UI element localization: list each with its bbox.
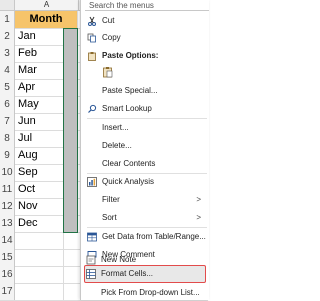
menu-item-paste-special[interactable]: Paste Special... <box>81 83 209 99</box>
menu-item-label: Sort <box>102 213 117 222</box>
chevron-right-icon: > <box>196 213 201 222</box>
row-number[interactable]: 3 <box>0 45 15 62</box>
menu-item-quick-analysis[interactable]: Quick Analysis <box>81 174 209 190</box>
menu-item-pick-from-list[interactable]: Pick From Drop-down List... <box>80 285 208 301</box>
paste-icon <box>87 51 97 61</box>
cell-a[interactable]: Feb <box>15 45 64 62</box>
cell-a[interactable] <box>15 249 64 266</box>
menu-item-label: Filter <box>102 195 120 204</box>
row-number[interactable]: 14 <box>0 232 15 249</box>
row-number[interactable]: 4 <box>0 62 15 79</box>
copy-icon <box>87 33 97 43</box>
quick-analysis-icon <box>87 177 97 187</box>
row-number[interactable]: 1 <box>0 11 15 28</box>
menu-item-paste-options: Paste Options: <box>81 48 209 64</box>
row-number[interactable]: 16 <box>0 266 15 283</box>
cell-a[interactable]: Apr <box>15 79 64 96</box>
search-icon <box>87 104 97 114</box>
menu-item-label: Copy <box>102 33 121 42</box>
cell-a[interactable]: Mar <box>15 62 64 79</box>
menu-item-label: Clear Contents <box>102 159 156 168</box>
menu-item-get-data[interactable]: Get Data from Table/Range... <box>81 229 209 245</box>
menu-item-label: Paste Special... <box>102 86 158 95</box>
table-icon <box>87 232 97 242</box>
menu-item-label: Quick Analysis <box>102 177 155 186</box>
format-cells-icon <box>86 269 96 279</box>
row-number[interactable]: 2 <box>0 28 15 45</box>
row-number[interactable]: 10 <box>0 164 15 181</box>
menu-item-delete[interactable]: Delete... <box>81 138 209 154</box>
menu-separator <box>87 118 207 119</box>
menu-item-label: Insert... <box>102 123 129 132</box>
cell-a[interactable]: Nov <box>15 198 64 215</box>
cell-a[interactable]: Jun <box>15 113 64 130</box>
menu-item-label: Paste Options: <box>102 51 159 60</box>
row-number[interactable]: 6 <box>0 96 15 113</box>
menu-item-cut[interactable]: Cut <box>81 13 209 29</box>
column-header-a[interactable]: A <box>15 0 79 10</box>
menu-item-clear-contents[interactable]: Clear Contents <box>81 156 209 172</box>
row-number[interactable]: 15 <box>0 249 15 266</box>
menu-item-label: Smart Lookup <box>102 104 152 113</box>
row-number[interactable]: 13 <box>0 215 15 232</box>
row-number[interactable]: 11 <box>0 181 15 198</box>
row-number[interactable]: 8 <box>0 130 15 147</box>
cell-a[interactable]: Aug <box>15 147 64 164</box>
menu-separator <box>87 227 207 228</box>
cell-a[interactable]: Dec <box>15 215 64 232</box>
cell-a[interactable]: May <box>15 96 64 113</box>
select-all-corner[interactable] <box>0 0 15 10</box>
menu-item-label: Cut <box>102 16 115 25</box>
menu-item-format-cells[interactable]: Format Cells... <box>80 266 208 282</box>
cell-a[interactable] <box>15 283 64 300</box>
cell-a[interactable] <box>15 266 64 283</box>
menu-item-label: Delete... <box>102 141 132 150</box>
menu-search-input[interactable]: Search the menus <box>85 0 209 11</box>
row-number[interactable]: 17 <box>0 283 15 300</box>
cell-a[interactable]: Oct <box>15 181 64 198</box>
cell-a[interactable] <box>15 232 64 249</box>
row-number[interactable]: 7 <box>0 113 15 130</box>
cell-a1[interactable]: Month <box>15 11 78 28</box>
cell-a[interactable]: Jan <box>15 28 64 45</box>
menu-item-sort[interactable]: Sort > <box>81 210 209 226</box>
clipboard-paste-icon[interactable] <box>102 66 114 78</box>
menu-item-filter[interactable]: Filter > <box>81 192 209 208</box>
selection-range-border <box>63 28 78 233</box>
row-number[interactable]: 12 <box>0 198 15 215</box>
note-icon <box>86 255 96 265</box>
menu-item-label: Pick From Drop-down List... <box>101 288 200 297</box>
cell-a[interactable]: Sep <box>15 164 64 181</box>
menu-item-label: Format Cells... <box>101 269 154 278</box>
menu-item-label: Get Data from Table/Range... <box>102 232 206 241</box>
chevron-right-icon: > <box>196 195 201 204</box>
menu-item-insert[interactable]: Insert... <box>81 120 209 136</box>
scissors-icon <box>87 16 97 26</box>
paste-option-row <box>81 64 209 80</box>
row-number[interactable]: 5 <box>0 79 15 96</box>
cell-a[interactable]: Jul <box>15 130 64 147</box>
menu-item-copy[interactable]: Copy <box>81 30 209 46</box>
menu-item-smart-lookup[interactable]: Smart Lookup <box>81 101 209 117</box>
row-number[interactable]: 9 <box>0 147 15 164</box>
